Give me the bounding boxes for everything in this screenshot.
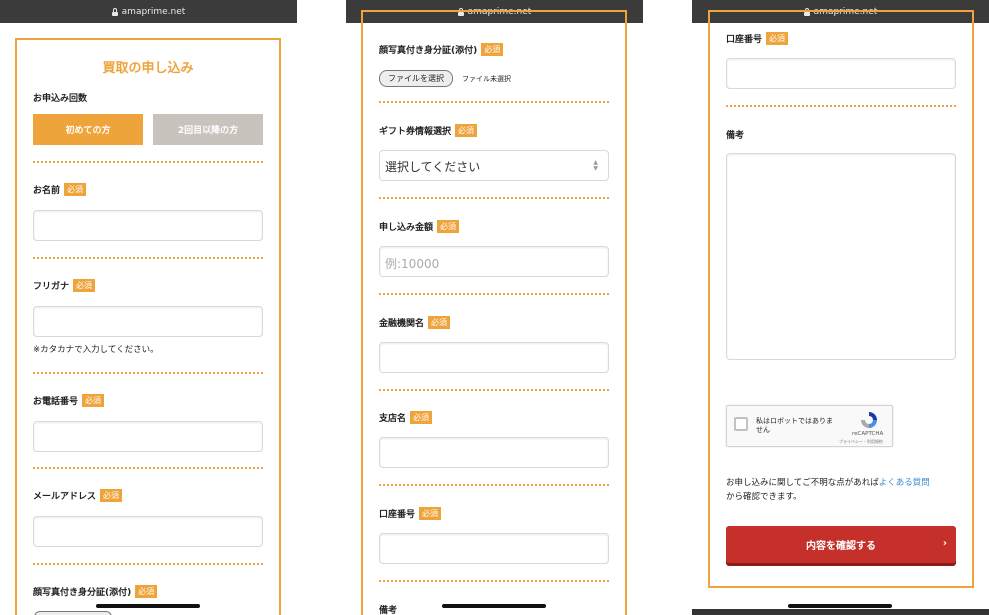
account-label: 口座番号 必須	[726, 32, 789, 45]
email-label-text: メールアドレス	[33, 492, 97, 502]
branch-input[interactable]	[379, 437, 609, 468]
divider	[379, 197, 609, 199]
name-input[interactable]	[33, 210, 263, 241]
required-badge: 必須	[455, 124, 478, 137]
divider	[379, 580, 609, 582]
required-badge: 必須	[410, 411, 433, 424]
divider	[33, 372, 263, 374]
faq-link[interactable]: よくある質問	[879, 478, 930, 488]
required-badge: 必須	[481, 43, 504, 56]
amount-label: 申し込み金額 必須	[379, 220, 460, 233]
account-input[interactable]	[379, 533, 609, 564]
furigana-label: フリガナ 必須	[33, 279, 96, 292]
required-badge: 必須	[82, 394, 105, 407]
divider	[379, 389, 609, 391]
gift-select-value: 選択してください	[385, 160, 481, 174]
divider	[33, 257, 263, 259]
amount-input[interactable]: 例:10000	[379, 246, 609, 277]
required-badge: 必須	[135, 585, 158, 598]
confirm-button[interactable]: 内容を確認する ›	[726, 526, 956, 563]
branch-label: 支店名 必須	[379, 411, 433, 424]
phone-screen-3: amaprime.net 口座番号 必須 備考 私はロボットではありません re…	[692, 0, 989, 615]
home-indicator[interactable]	[442, 604, 546, 608]
id-photo-label-text: 顔写真付き身分証(添付)	[33, 588, 132, 598]
chevron-right-icon: ›	[942, 538, 947, 549]
page-title: 買取の申し込み	[102, 61, 194, 76]
furigana-note: ※カタカナで入力してください。	[33, 345, 159, 355]
id-photo-label: 顔写真付き身分証(添付) 必須	[33, 585, 158, 598]
lock-icon	[111, 8, 118, 16]
bank-label: 金融機関名 必須	[379, 316, 451, 329]
select-arrows-icon: ▲ ▼	[593, 159, 598, 172]
recaptcha-checkbox[interactable]	[734, 417, 748, 431]
repeat-button[interactable]: 2回目以降の方	[153, 114, 263, 145]
branch-label-text: 支店名	[379, 414, 407, 424]
divider	[379, 484, 609, 486]
home-indicator[interactable]	[96, 604, 200, 608]
recaptcha-widget: 私はロボットではありません reCAPTCHA プライバシー - 利用規約	[726, 405, 893, 447]
phone-label: お電話番号 必須	[33, 394, 105, 407]
recaptcha-footer[interactable]: プライバシー - 利用規約	[839, 439, 883, 445]
apply-count-label: お申込み回数	[33, 91, 87, 104]
name-label: お名前 必須	[33, 183, 87, 196]
bank-label-text: 金融機関名	[379, 319, 425, 329]
gift-label: ギフト券情報選択 必須	[379, 124, 478, 137]
apply-count-label-text: お申込み回数	[33, 94, 88, 104]
name-label-text: お名前	[33, 186, 61, 196]
required-badge: 必須	[766, 32, 789, 45]
required-badge: 必須	[437, 220, 460, 233]
divider	[33, 467, 263, 469]
required-badge: 必須	[419, 507, 442, 520]
account-label-text: 口座番号	[379, 510, 416, 520]
url-bar[interactable]: amaprime.net	[0, 0, 297, 23]
id-photo-label-text: 顔写真付き身分証(添付)	[379, 46, 478, 56]
furigana-label-text: フリガナ	[33, 282, 70, 292]
phone-screen-2: amaprime.net 顔写真付き身分証(添付) 必須 ファイルを選択 ファイ…	[346, 0, 643, 615]
confirm-button-label: 内容を確認する	[806, 541, 876, 552]
phone-screen-1: amaprime.net 買取の申し込み お申込み回数 初めての方 2回目以降の…	[0, 0, 297, 615]
help-text: お申し込みに関してご不明な点があればよくある質問 から確認できます。	[726, 476, 961, 504]
phone-input[interactable]	[33, 421, 263, 452]
bottom-bar	[692, 609, 989, 615]
help-text-before: お申し込みに関してご不明な点があれば	[726, 478, 879, 488]
remarks-label-text: 備考	[379, 606, 398, 615]
home-indicator[interactable]	[788, 604, 892, 608]
email-label: メールアドレス 必須	[33, 489, 123, 502]
divider	[33, 563, 263, 565]
divider	[379, 101, 609, 103]
recaptcha-logo-icon	[861, 412, 877, 428]
file-select-button[interactable]	[34, 611, 112, 615]
email-input[interactable]	[33, 516, 263, 547]
required-badge: 必須	[428, 316, 451, 329]
recaptcha-text: 私はロボットではありません	[756, 417, 833, 434]
amount-label-text: 申し込み金額	[379, 223, 434, 233]
id-photo-label: 顔写真付き身分証(添付) 必須	[379, 43, 504, 56]
divider	[33, 161, 263, 163]
amount-placeholder: 例:10000	[385, 257, 440, 271]
remarks-label: 備考	[379, 603, 397, 615]
bank-input[interactable]	[379, 342, 609, 373]
divider	[726, 105, 956, 107]
required-badge: 必須	[100, 489, 123, 502]
remarks-label: 備考	[726, 128, 744, 141]
file-select-button[interactable]: ファイルを選択	[379, 70, 453, 87]
remarks-textarea[interactable]	[726, 153, 956, 360]
recaptcha-brand: reCAPTCHA	[852, 431, 884, 437]
required-badge: 必須	[64, 183, 87, 196]
file-status: ファイル未選択	[462, 75, 511, 83]
account-label-text: 口座番号	[726, 35, 763, 45]
gift-label-text: ギフト券情報選択	[379, 127, 452, 137]
help-text-after: から確認できます。	[726, 492, 802, 502]
url-text: amaprime.net	[121, 6, 186, 17]
account-input[interactable]	[726, 58, 956, 89]
required-badge: 必須	[73, 279, 96, 292]
gift-select[interactable]: 選択してください ▲ ▼	[379, 150, 609, 181]
furigana-input[interactable]	[33, 306, 263, 337]
account-label: 口座番号 必須	[379, 507, 442, 520]
first-time-button[interactable]: 初めての方	[33, 114, 143, 145]
remarks-label-text: 備考	[726, 131, 745, 141]
phone-label-text: お電話番号	[33, 397, 79, 407]
divider	[379, 293, 609, 295]
